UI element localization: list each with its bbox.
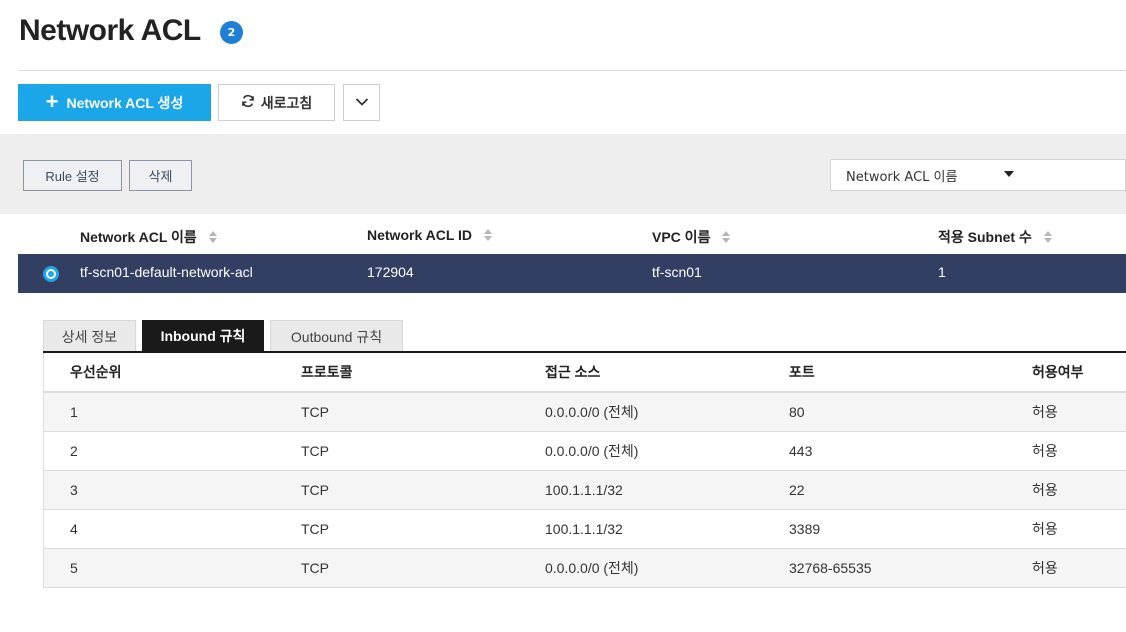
column-header-port: 포트: [789, 364, 815, 380]
create-button-label: Network ACL 생성: [66, 94, 184, 111]
table-row: 2 TCP 0.0.0.0/0 (전체) 443 허용: [44, 432, 1126, 471]
page-title: Network ACL: [19, 14, 201, 47]
tab-inbound-rules[interactable]: Inbound 규칙: [142, 320, 264, 352]
source-cell: 100.1.1.1/32: [545, 482, 623, 498]
allow-cell: 허용: [1032, 443, 1058, 459]
allow-cell: 허용: [1032, 404, 1058, 420]
priority-cell: 3: [70, 482, 78, 498]
acl-name-cell: tf-scn01-default-network-acl: [80, 264, 253, 280]
filter-field-select[interactable]: Network ACL 이름: [830, 159, 1031, 191]
column-header-acl-name[interactable]: Network ACL 이름: [80, 227, 217, 247]
port-cell: 80: [789, 404, 805, 420]
source-cell: 100.1.1.1/32: [545, 521, 623, 537]
filter-select-value: Network ACL 이름: [846, 169, 958, 185]
subnet-count-cell: 1: [938, 264, 946, 280]
protocol-cell: TCP: [301, 521, 329, 537]
column-header-acl-id[interactable]: Network ACL ID: [367, 227, 493, 243]
refresh-icon: [241, 94, 255, 111]
table-row: 3 TCP 100.1.1.1/32 22 허용: [44, 471, 1126, 510]
sort-icon[interactable]: [722, 231, 731, 243]
column-header-subnet-count[interactable]: 적용 Subnet 수: [938, 227, 1052, 247]
header-divider: [18, 70, 1126, 71]
allow-cell: 허용: [1032, 482, 1058, 498]
inbound-rules-table: 우선순위 프로토콜 접근 소스 포트 허용여부 1 TCP 0.0.0.0/0 …: [43, 353, 1126, 588]
column-header-label: VPC 이름: [652, 229, 711, 245]
rule-settings-button[interactable]: Rule 설정: [23, 160, 122, 191]
port-cell: 443: [789, 443, 813, 459]
column-header-allow: 허용여부: [1032, 364, 1084, 380]
source-cell: 0.0.0.0/0 (전체): [545, 404, 639, 420]
column-header-source: 접근 소스: [545, 364, 601, 380]
table-row: 1 TCP 0.0.0.0/0 (전체) 80 허용: [44, 393, 1126, 432]
tab-outbound-rules[interactable]: Outbound 규칙: [270, 320, 403, 352]
chevron-down-icon: [355, 95, 369, 110]
more-options-button[interactable]: [343, 84, 380, 121]
port-cell: 22: [789, 482, 805, 498]
priority-cell: 2: [70, 443, 78, 459]
port-cell: 32768-65535: [789, 560, 872, 576]
create-network-acl-button[interactable]: + Network ACL 생성: [18, 84, 211, 121]
network-acl-page: Network ACL 2 + Network ACL 생성 새로고침 Rule…: [0, 0, 1126, 632]
protocol-cell: TCP: [301, 560, 329, 576]
priority-cell: 5: [70, 560, 78, 576]
tab-details[interactable]: 상세 정보: [43, 320, 136, 352]
sort-icon[interactable]: [208, 231, 217, 243]
column-header-protocol: 프로토콜: [301, 364, 353, 380]
column-header-vpc-name[interactable]: VPC 이름: [652, 227, 731, 247]
column-header-label: Network ACL 이름: [80, 229, 197, 245]
port-cell: 3389: [789, 521, 821, 537]
source-cell: 0.0.0.0/0 (전체): [545, 443, 639, 459]
acl-table-header: Network ACL 이름 Network ACL ID VPC 이름 적용 …: [18, 216, 1126, 254]
protocol-cell: TCP: [301, 482, 329, 498]
table-row: 4 TCP 100.1.1.1/32 3389 허용: [44, 510, 1126, 549]
count-badge: 2: [220, 21, 243, 44]
protocol-cell: TCP: [301, 404, 329, 420]
acl-table-row-selected[interactable]: tf-scn01-default-network-acl 172904 tf-s…: [18, 254, 1126, 293]
sort-icon[interactable]: [484, 229, 493, 241]
source-cell: 0.0.0.0/0 (전체): [545, 560, 639, 576]
column-header-label: 적용 Subnet 수: [938, 229, 1032, 245]
protocol-cell: TCP: [301, 443, 329, 459]
caret-down-icon: [1004, 171, 1014, 177]
column-header-label: Network ACL ID: [367, 227, 473, 243]
refresh-button[interactable]: 새로고침: [218, 84, 335, 121]
column-header-priority: 우선순위: [70, 364, 122, 380]
priority-cell: 4: [70, 521, 78, 537]
priority-cell: 1: [70, 404, 78, 420]
vpc-name-cell: tf-scn01: [652, 264, 702, 280]
plus-icon: +: [45, 88, 59, 114]
acl-id-cell: 172904: [367, 264, 414, 280]
delete-button[interactable]: 삭제: [129, 160, 192, 191]
radio-icon[interactable]: [43, 266, 59, 282]
table-row: 5 TCP 0.0.0.0/0 (전체) 32768-65535 허용: [44, 549, 1126, 588]
refresh-button-label: 새로고침: [260, 94, 313, 111]
allow-cell: 허용: [1032, 521, 1058, 537]
sort-icon[interactable]: [1043, 231, 1052, 243]
search-input[interactable]: [1030, 159, 1126, 191]
rules-table-header: 우선순위 프로토콜 접근 소스 포트 허용여부: [44, 353, 1126, 393]
allow-cell: 허용: [1032, 560, 1058, 576]
